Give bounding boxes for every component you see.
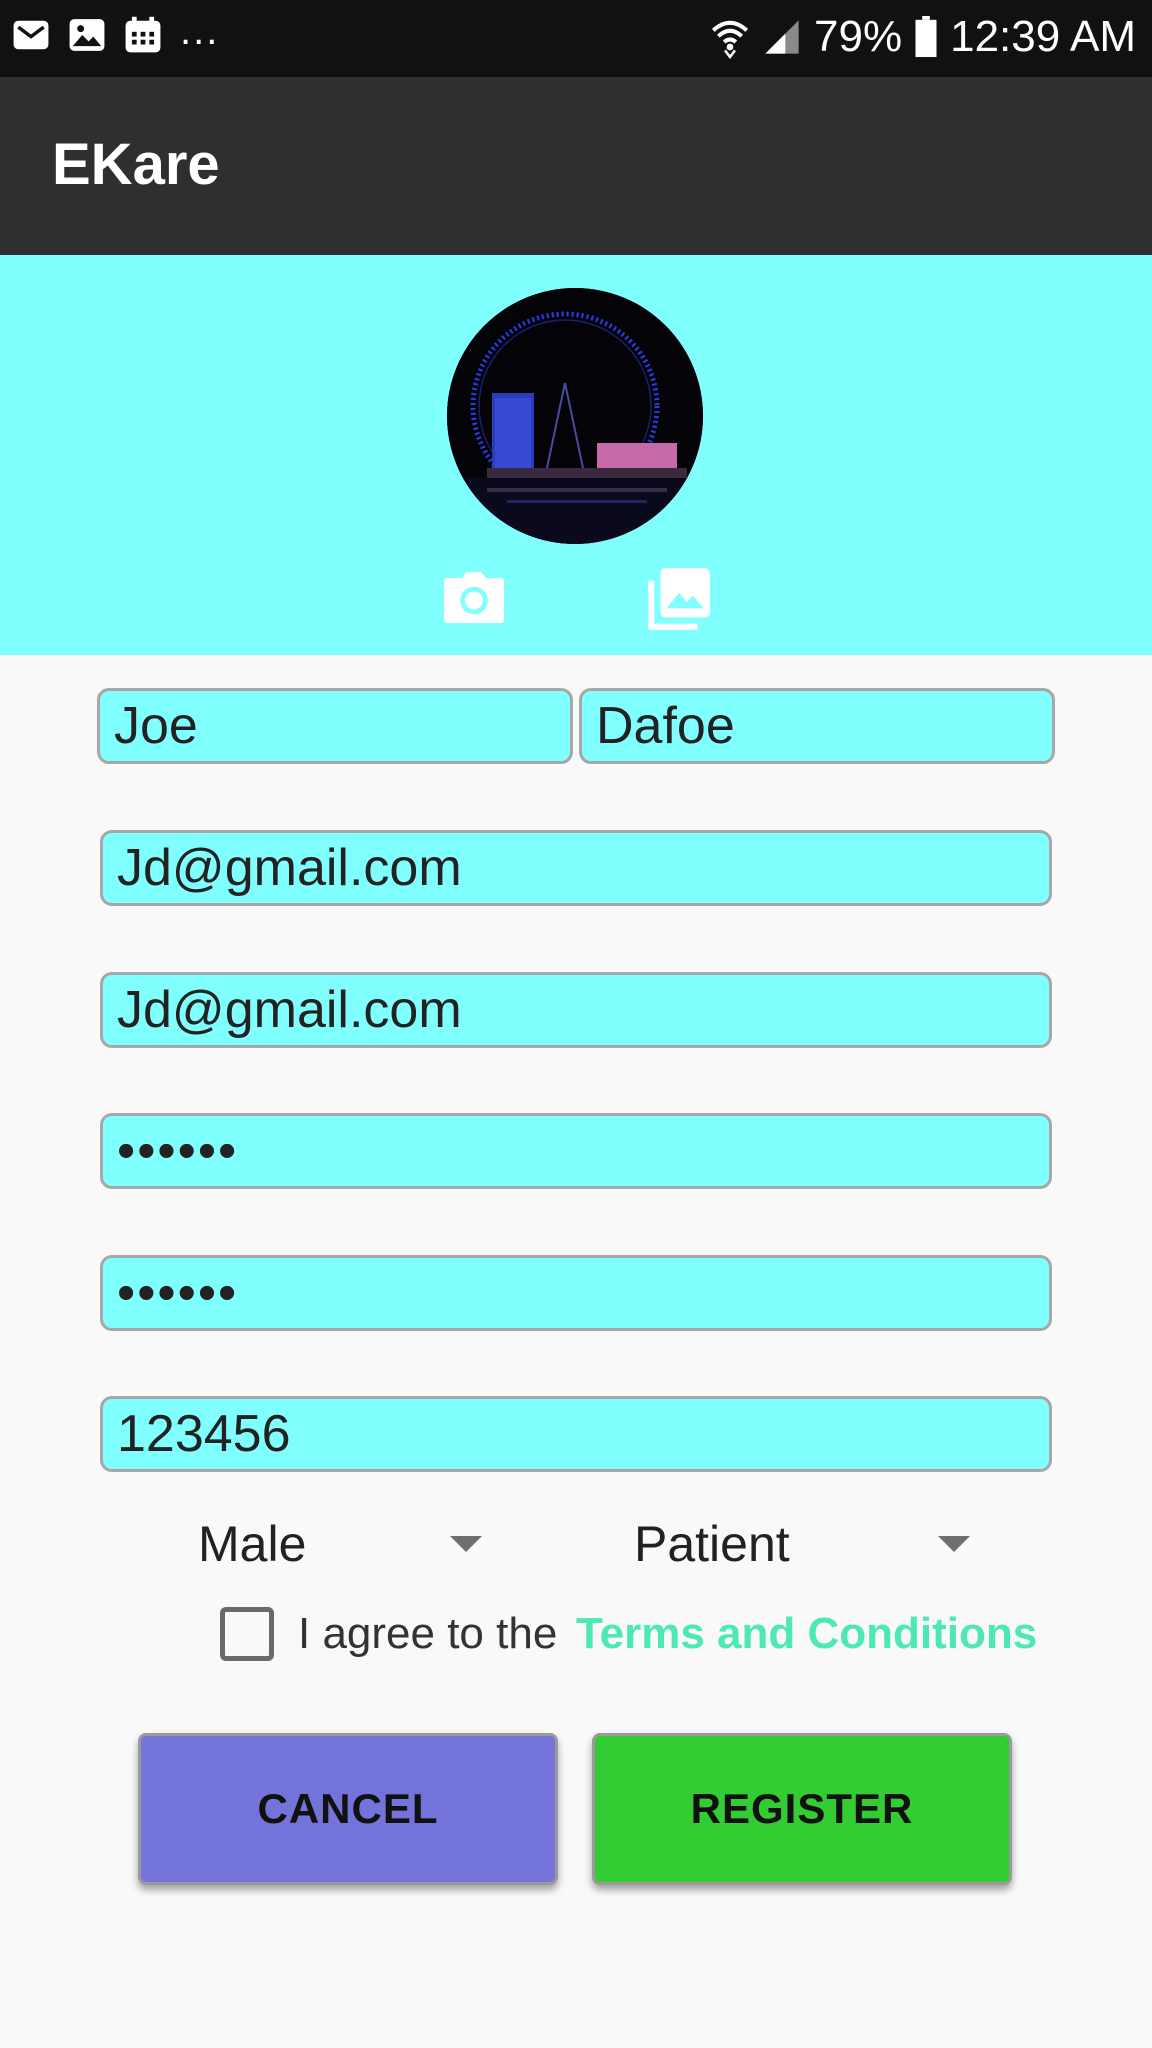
clock: 12:39 AM (950, 12, 1136, 61)
gender-dropdown-icon[interactable] (450, 1536, 482, 1552)
wifi-icon (712, 20, 749, 59)
battery-percent: 79% (814, 12, 903, 61)
role-spinner[interactable]: Patient (634, 1515, 790, 1577)
more-notifications: ... (180, 9, 220, 53)
gender-spinner[interactable]: Male (198, 1515, 306, 1577)
calendar-icon (125, 16, 161, 53)
profile-photo-image (447, 288, 703, 544)
mail-icon (13, 20, 49, 50)
agree-label: I agree to the (298, 1609, 558, 1658)
status-indicators: 79% 12:39 AM (710, 12, 1136, 62)
image-icon (69, 19, 105, 51)
notification-icons: ... (12, 11, 219, 54)
profile-header (0, 255, 1152, 655)
app-bar: EKare (0, 77, 1152, 255)
signal-icon (765, 20, 799, 54)
camera-icon[interactable] (438, 563, 510, 635)
confirm-password-field[interactable]: •••••• (100, 1255, 1052, 1331)
status-bar: ... 79% 12:39 AM (0, 0, 1152, 77)
profile-photo[interactable] (447, 288, 703, 544)
terms-checkbox[interactable] (220, 1607, 274, 1661)
first-name-field[interactable]: Joe (97, 688, 573, 764)
register-button[interactable]: REGISTER (592, 1733, 1012, 1885)
gallery-icon[interactable] (642, 562, 716, 636)
app-title: EKare (52, 132, 220, 197)
code-field[interactable]: 123456 (100, 1396, 1052, 1472)
role-dropdown-icon[interactable] (938, 1536, 970, 1552)
battery-icon (915, 16, 937, 58)
terms-link[interactable]: Terms and Conditions (576, 1609, 1037, 1659)
cancel-button[interactable]: CANCEL (138, 1733, 558, 1885)
last-name-field[interactable]: Dafoe (579, 688, 1055, 764)
password-field[interactable]: •••••• (100, 1113, 1052, 1189)
email-field[interactable]: Jd@gmail.com (100, 830, 1052, 906)
confirm-email-field[interactable]: Jd@gmail.com (100, 972, 1052, 1048)
